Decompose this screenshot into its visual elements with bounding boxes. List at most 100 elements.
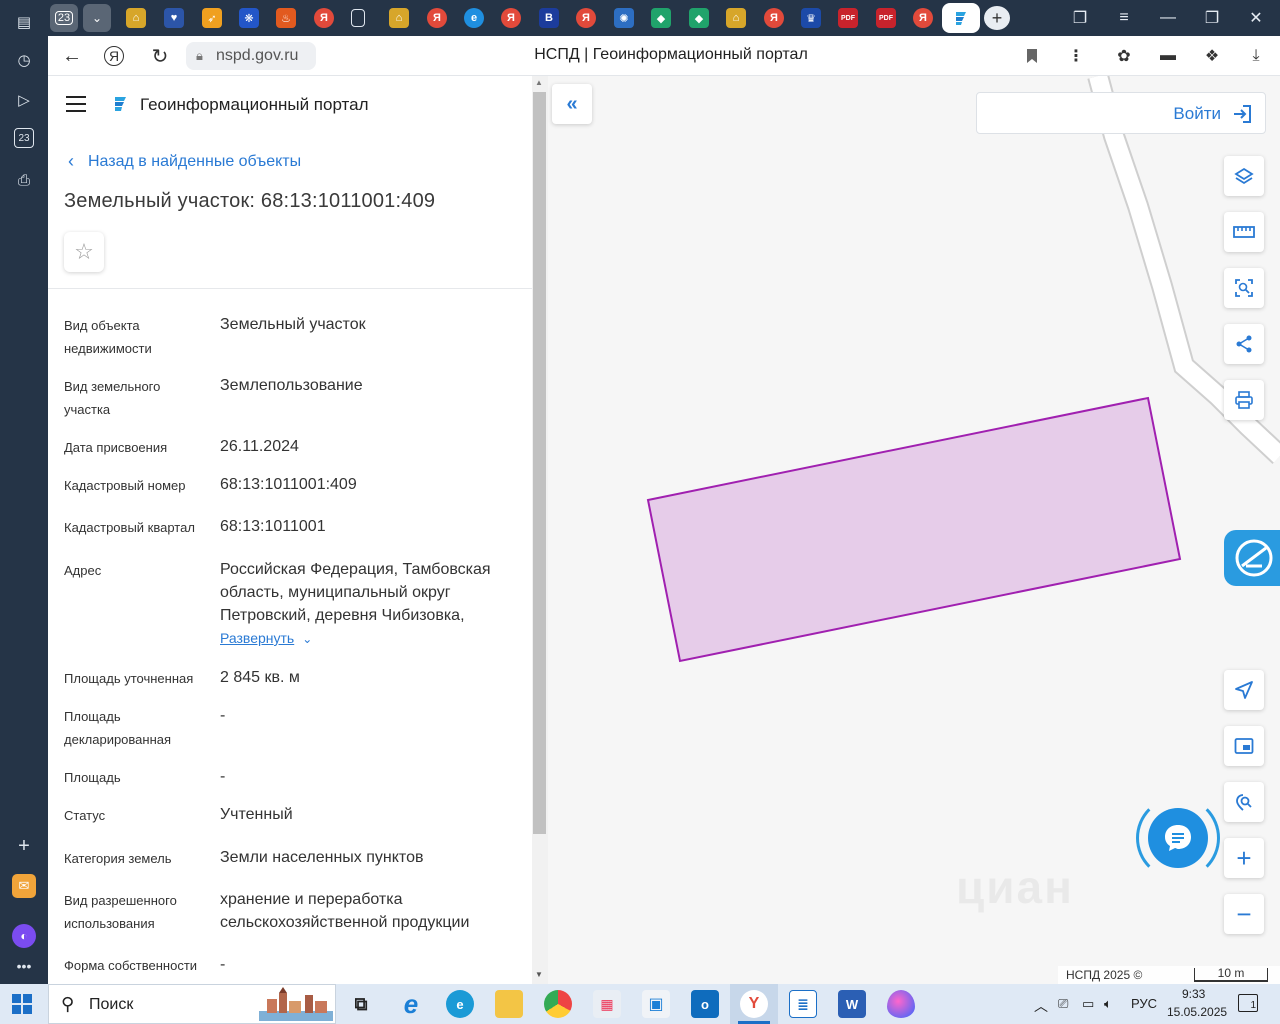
tabs-dropdown-icon[interactable]: ⌄	[83, 4, 111, 32]
scroll-down-icon[interactable]: ▼	[535, 970, 543, 979]
clock-date[interactable]: 15.05.2025	[1167, 1005, 1227, 1019]
select-area-icon[interactable]	[1224, 268, 1264, 308]
chevron-left-icon: ‹	[68, 151, 74, 171]
shield-icon[interactable]: ◆	[651, 8, 671, 28]
mail-icon[interactable]: ✉	[12, 874, 36, 898]
history-icon[interactable]: ◷	[12, 48, 36, 72]
app-grid-icon[interactable]: ▦	[593, 990, 621, 1018]
gov-building-icon[interactable]: ⌂	[126, 8, 146, 28]
clock-time[interactable]: 9:33	[1182, 987, 1205, 1001]
extension-icon[interactable]: ✿	[1112, 44, 1136, 68]
heart-icon[interactable]: ♥	[164, 8, 184, 28]
reload-icon[interactable]: ↻	[148, 44, 172, 68]
active-tab[interactable]	[942, 3, 980, 33]
collections-icon[interactable]: ❐	[1068, 6, 1092, 30]
ya-icon[interactable]: Я	[576, 8, 596, 28]
extensions-puzzle-icon[interactable]: ❖	[1200, 44, 1224, 68]
ya-icon[interactable]: Я	[314, 8, 334, 28]
collections-icon[interactable]: ▤	[12, 10, 36, 34]
map-view[interactable]: « Войти циан + − НСПД 2025 © 10 m	[548, 76, 1280, 984]
ruler-icon[interactable]	[1224, 212, 1264, 252]
task-view-icon[interactable]: ⧉	[347, 990, 375, 1018]
edge-icon[interactable]: e	[446, 990, 474, 1018]
search-location-icon[interactable]	[1224, 782, 1264, 822]
b-icon[interactable]: B	[539, 8, 559, 28]
camera-icon[interactable]: ⎙	[12, 168, 36, 192]
pdf-icon[interactable]: PDF	[838, 8, 858, 28]
tray-chevron-icon[interactable]: ︿	[1034, 996, 1048, 1016]
new-tab-button[interactable]: +	[984, 6, 1010, 30]
ya-icon[interactable]: Я	[913, 8, 933, 28]
doc-icon[interactable]	[351, 9, 365, 27]
language-indicator[interactable]: РУС	[1131, 996, 1157, 1011]
ya-icon[interactable]: Я	[764, 8, 784, 28]
minimize-icon[interactable]: —	[1156, 6, 1180, 30]
ya-icon[interactable]: Я	[501, 8, 521, 28]
minimap-icon[interactable]	[1224, 726, 1264, 766]
download-icon[interactable]: ⤓	[1244, 44, 1268, 68]
edge-icon[interactable]: e	[464, 8, 484, 28]
counter-icon[interactable]: 23	[14, 128, 34, 148]
globe-icon[interactable]: ✺	[614, 8, 634, 28]
eagle-icon[interactable]: ♛	[801, 8, 821, 28]
zoom-out-icon[interactable]: −	[1224, 894, 1264, 934]
back-to-results-link[interactable]: ‹ Назад в найденные объекты	[68, 151, 301, 172]
panel-scroll-thumb[interactable]	[533, 92, 546, 834]
store-icon[interactable]: ▣	[642, 990, 670, 1018]
favorite-star-icon[interactable]: ☆	[64, 232, 104, 272]
more-icon[interactable]: •••	[12, 954, 36, 978]
menu-icon[interactable]	[66, 96, 86, 112]
scroll-up-icon[interactable]: ▲	[535, 78, 543, 87]
add-icon[interactable]: +	[12, 834, 36, 858]
chat-button[interactable]	[1148, 808, 1208, 868]
expand-address-link[interactable]: Развернуть ⌄	[220, 630, 312, 646]
play-icon[interactable]: ▷	[12, 88, 36, 112]
notifications-icon[interactable]: 1	[1238, 994, 1258, 1012]
telegram-like-icon[interactable]: ➶	[202, 8, 222, 28]
file-explorer-icon[interactable]	[495, 990, 523, 1018]
address-value: Российская Федерация, Тамбовская область…	[220, 561, 491, 624]
collapse-panel-button[interactable]: «	[552, 84, 592, 124]
yandex-icon[interactable]: Я	[104, 46, 124, 66]
ya-icon[interactable]: Я	[427, 8, 447, 28]
print-icon[interactable]	[1224, 380, 1264, 420]
word-icon[interactable]: W	[838, 990, 866, 1018]
prop-label: Площадь декларированная	[64, 709, 172, 747]
share-icon[interactable]	[1224, 324, 1264, 364]
alice-icon[interactable]: ◐	[12, 924, 36, 948]
pdf-icon[interactable]: PDF	[876, 8, 896, 28]
restore-icon[interactable]: ❐	[1200, 6, 1224, 30]
search-icon: ⚲	[61, 994, 75, 1014]
gov-building-icon[interactable]: ⌂	[389, 8, 409, 28]
locate-icon[interactable]	[1224, 670, 1264, 710]
more-vert-icon[interactable]: ⋮	[1064, 44, 1088, 68]
yandex-browser-icon[interactable]: Y	[740, 990, 768, 1018]
tab-counter-button[interactable]: 23	[50, 4, 78, 32]
shield-icon[interactable]: ◆	[689, 8, 709, 28]
globe-icon[interactable]: ❋	[239, 8, 259, 28]
paint-drop-icon[interactable]	[887, 990, 915, 1018]
chrome-icon[interactable]	[544, 990, 572, 1018]
nspd-logo-icon	[110, 94, 130, 114]
internet-explorer-icon[interactable]: e	[397, 989, 425, 1019]
outlook-icon[interactable]: o	[691, 990, 719, 1018]
close-icon[interactable]: ✕	[1244, 6, 1268, 30]
address-bar: ← Я ↻ 🔒︎ nspd.gov.ru НСПД | Геоинформаци…	[48, 36, 1280, 76]
network-icon[interactable]: ▭	[1082, 996, 1094, 1012]
extension-icon[interactable]: ▬	[1156, 44, 1180, 68]
back-arrow-icon[interactable]: ←	[60, 44, 84, 68]
taskbar-search-input[interactable]: ⚲ Поиск	[48, 984, 336, 1024]
gov-building-icon[interactable]: ⌂	[726, 8, 746, 28]
document-icon[interactable]: ≣	[789, 990, 817, 1018]
layers-icon[interactable]	[1224, 156, 1264, 196]
fire-icon[interactable]: ♨	[276, 8, 296, 28]
url-field[interactable]: 🔒︎ nspd.gov.ru	[186, 42, 316, 70]
zoom-in-icon[interactable]: +	[1224, 838, 1264, 878]
windows-start-icon[interactable]	[12, 994, 32, 1014]
bookmark-icon[interactable]	[1020, 44, 1044, 68]
login-button[interactable]: Войти	[976, 92, 1266, 134]
volume-muted-icon[interactable]: 🔈︎	[1104, 996, 1112, 1012]
tray-device-icon[interactable]: ⎚	[1058, 996, 1068, 1012]
menu-icon[interactable]: ≡	[1112, 6, 1136, 30]
assistant-widget-button[interactable]	[1224, 530, 1280, 586]
